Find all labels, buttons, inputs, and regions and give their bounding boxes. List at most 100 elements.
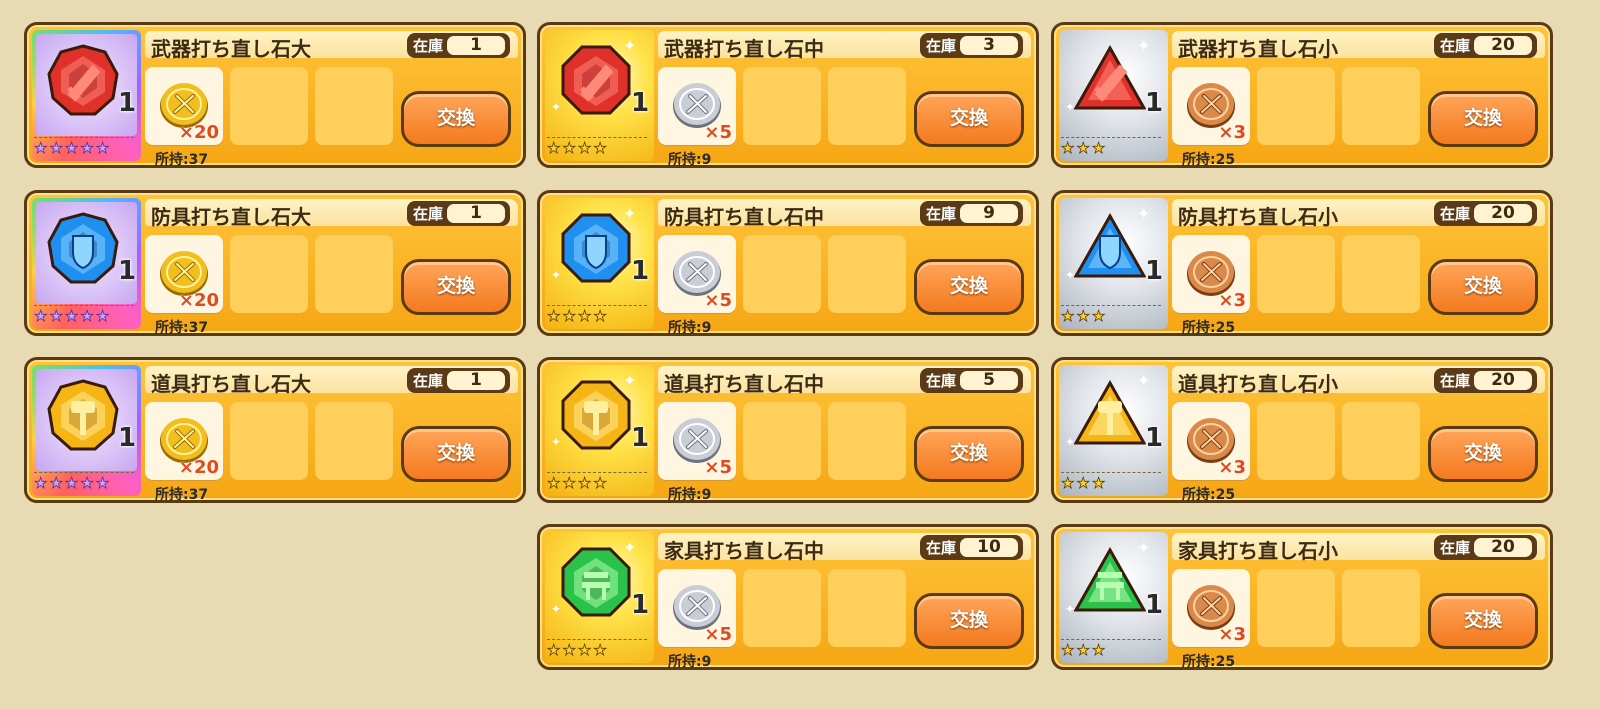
- owned-count: 所持:37: [155, 320, 209, 336]
- exchange-button[interactable]: 交換: [1428, 426, 1538, 482]
- exchange-button[interactable]: 交換: [914, 593, 1024, 649]
- item-quantity: 1: [118, 88, 137, 118]
- cost-slot: ×3: [1172, 569, 1250, 647]
- exchange-button[interactable]: 交換: [1428, 91, 1538, 147]
- card-header: 道具打ち直し石小 在庫 20: [1172, 366, 1545, 396]
- item-name: 道具打ち直し石大: [151, 372, 311, 396]
- card-header: 防具打ち直し石大 在庫 1: [145, 199, 518, 229]
- rarity-star-icon: ★: [34, 307, 48, 325]
- item-name: 武器打ち直し石中: [664, 37, 824, 61]
- exchange-button[interactable]: 交換: [1428, 593, 1538, 649]
- rarity-star-icon: ★: [64, 474, 79, 492]
- owned-count: 所持:25: [1182, 487, 1236, 503]
- gem-shield-icon: [47, 212, 119, 284]
- item-thumbnail: ✦ ✦ 1 ★ ★ ★ ★: [545, 532, 654, 663]
- stock-badge: 在庫 20: [1434, 368, 1537, 393]
- cost-slot: ×3: [1172, 235, 1250, 313]
- owned-count: 所持:25: [1182, 654, 1236, 670]
- rarity-star-icon: ★: [547, 307, 561, 325]
- stock-value: 1: [447, 204, 505, 223]
- item-name: 武器打ち直し石小: [1178, 37, 1338, 61]
- rarity-stars: ★ ★ ★ ★: [547, 472, 647, 492]
- rarity-stars: ★ ★ ★ ★: [547, 305, 647, 325]
- cost-slot: ×5: [658, 569, 736, 647]
- rarity-star-icon: ★: [64, 139, 79, 157]
- gem-hammer-icon: [47, 379, 119, 451]
- rarity-star-icon: ★: [34, 139, 48, 157]
- exchange-button[interactable]: 交換: [401, 91, 511, 147]
- rarity-star-icon: ★: [1061, 474, 1075, 492]
- rarity-star-icon: ★: [577, 641, 592, 659]
- stock-badge: 在庫 10: [920, 535, 1023, 560]
- item-thumbnail: ✦ ✦ 1 ★ ★ ★: [1059, 532, 1168, 663]
- item-name: 家具打ち直し石小: [1178, 539, 1338, 563]
- gem-furniture-icon: [1073, 546, 1147, 618]
- rarity-star-icon: ★: [1091, 641, 1106, 659]
- item-thumbnail: ✦ ✦ 1 ★ ★ ★ ★: [545, 365, 654, 496]
- exchange-button[interactable]: 交換: [914, 259, 1024, 315]
- item-name: 防具打ち直し石小: [1178, 205, 1338, 229]
- exchange-button[interactable]: 交換: [401, 426, 511, 482]
- empty-cost-slot: [230, 67, 308, 145]
- exchange-button[interactable]: 交換: [1428, 259, 1538, 315]
- stock-label: 在庫: [1440, 372, 1471, 390]
- cost-slot: ×5: [658, 67, 736, 145]
- owned-count: 所持:37: [155, 152, 209, 168]
- rarity-star-icon: ★: [34, 474, 48, 492]
- gem-sword-icon: [560, 44, 632, 116]
- rarity-stars: ★ ★ ★ ★: [547, 639, 647, 659]
- exchange-button[interactable]: 交換: [914, 426, 1024, 482]
- item-thumbnail: 1 ★ ★ ★ ★ ★: [32, 198, 141, 329]
- rarity-star-icon: ★: [593, 474, 607, 492]
- rarity-star-icon: ★: [64, 307, 79, 325]
- cost-amount: ×5: [704, 122, 732, 143]
- rarity-star-icon: ★: [49, 307, 63, 325]
- stock-label: 在庫: [926, 539, 957, 557]
- empty-cost-slot: [315, 235, 393, 313]
- cost-slot: ×5: [658, 235, 736, 313]
- item-name: 防具打ち直し石中: [664, 205, 824, 229]
- stock-badge: 在庫 20: [1434, 535, 1537, 560]
- item-thumbnail: 1 ★ ★ ★ ★ ★: [32, 30, 141, 161]
- rarity-star-icon: ★: [80, 474, 94, 492]
- card-header: 道具打ち直し石中 在庫 5: [658, 366, 1031, 396]
- item-quantity: 1: [1145, 590, 1164, 620]
- rarity-star-icon: ★: [547, 641, 561, 659]
- stock-badge: 在庫 1: [407, 33, 510, 58]
- empty-cost-slot: [1257, 235, 1335, 313]
- cost-slot: ×3: [1172, 402, 1250, 480]
- gem-shield-icon: [1073, 212, 1147, 284]
- stock-value: 10: [960, 538, 1018, 557]
- rarity-star-icon: ★: [577, 474, 592, 492]
- stock-value: 20: [1474, 36, 1532, 55]
- cost-amount: ×20: [178, 457, 219, 478]
- empty-cost-slot: [828, 402, 906, 480]
- cost-amount: ×20: [178, 122, 219, 143]
- rarity-star-icon: ★: [593, 641, 607, 659]
- rarity-star-icon: ★: [593, 139, 607, 157]
- owned-count: 所持:9: [668, 487, 712, 503]
- stock-value: 20: [1474, 538, 1532, 557]
- card-header: 道具打ち直し石大 在庫 1: [145, 366, 518, 396]
- exchange-button[interactable]: 交換: [914, 91, 1024, 147]
- owned-count: 所持:9: [668, 320, 712, 336]
- item-quantity: 1: [631, 590, 650, 620]
- stock-label: 在庫: [1440, 539, 1471, 557]
- rarity-star-icon: ★: [1091, 139, 1106, 157]
- gem-hammer-icon: [560, 379, 632, 451]
- owned-count: 所持:9: [668, 152, 712, 168]
- stock-badge: 在庫 20: [1434, 33, 1537, 58]
- empty-cost-slot: [743, 402, 821, 480]
- item-thumbnail: 1 ★ ★ ★ ★ ★: [32, 365, 141, 496]
- exchange-button[interactable]: 交換: [401, 259, 511, 315]
- rarity-star-icon: ★: [1076, 474, 1090, 492]
- empty-cost-slot: [1342, 67, 1420, 145]
- item-name: 道具打ち直し石小: [1178, 372, 1338, 396]
- cost-slot: ×20: [145, 235, 223, 313]
- exchange-card: 1 ★ ★ ★ ★ ★ 防具打ち直し石大 在庫 1 ×20 所持:37 交換: [24, 190, 526, 336]
- owned-count: 所持:9: [668, 654, 712, 670]
- card-header: 防具打ち直し石小 在庫 20: [1172, 199, 1545, 229]
- item-quantity: 1: [118, 423, 137, 453]
- item-quantity: 1: [1145, 423, 1164, 453]
- stock-label: 在庫: [413, 37, 444, 55]
